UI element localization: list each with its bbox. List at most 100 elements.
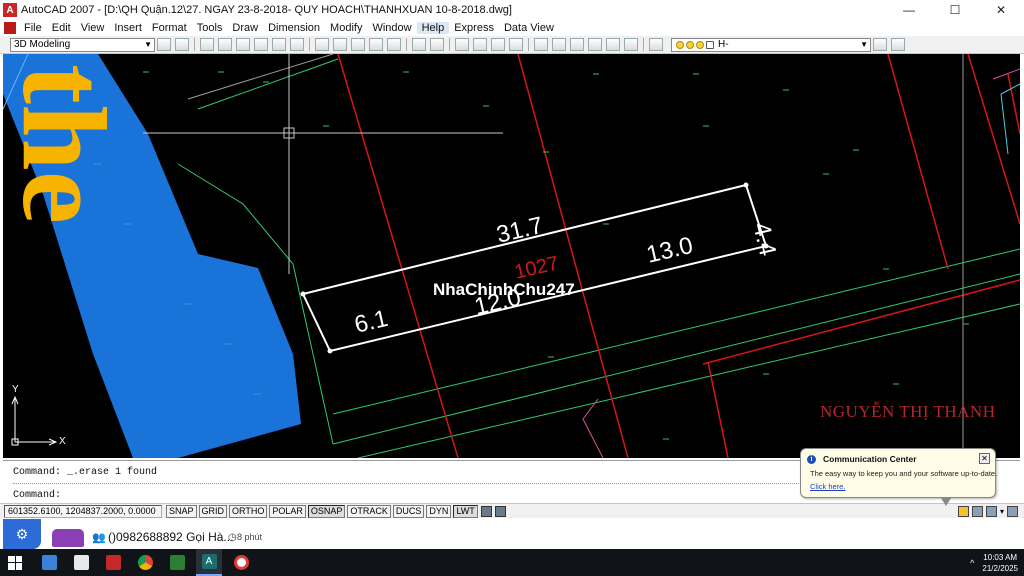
copy-icon[interactable]	[333, 38, 347, 51]
notification-body: The easy way to keep you and your softwa…	[810, 469, 998, 478]
menu-dimension[interactable]: Dimension	[263, 22, 325, 34]
sheet-set-icon[interactable]	[588, 38, 602, 51]
notification-title: Communication Center	[823, 454, 917, 464]
tool-palettes-icon[interactable]	[570, 38, 584, 51]
publish-icon[interactable]	[290, 38, 304, 51]
close-button[interactable]: ✕	[978, 0, 1024, 20]
grid-toggle[interactable]: GRID	[198, 504, 228, 518]
clean-screen-icon[interactable]	[1007, 505, 1018, 517]
chat-app-icon[interactable]	[228, 549, 254, 576]
balloon-tail	[941, 498, 951, 506]
layer-previous-icon[interactable]	[891, 38, 905, 51]
menu-format[interactable]: Format	[147, 22, 192, 34]
zoom-realtime-icon[interactable]	[473, 38, 487, 51]
clock-time: 10:03 AM	[983, 552, 1018, 562]
match-properties-icon[interactable]	[369, 38, 383, 51]
lwt-toggle[interactable]: LWT	[453, 504, 478, 518]
contact-phone[interactable]: ()0982688892 Gọi Hà...	[108, 530, 233, 544]
menu-data-view[interactable]: Data View	[499, 22, 559, 34]
settings-gear-icon[interactable]: ⚙	[3, 519, 41, 549]
layer-properties-icon[interactable]	[873, 38, 887, 51]
title-bar: A AutoCAD 2007 - [D:\QH Quận.12\27. NGAY…	[0, 0, 1024, 20]
workspace-settings-icon[interactable]	[157, 38, 171, 51]
warning-icon[interactable]	[957, 505, 969, 517]
document-icon[interactable]	[4, 22, 16, 34]
new-file-icon[interactable]	[200, 38, 214, 51]
save-icon[interactable]	[236, 38, 250, 51]
markup-icon[interactable]	[606, 38, 620, 51]
ducs-toggle[interactable]: DUCS	[392, 504, 425, 518]
workspace-save-icon[interactable]	[175, 38, 189, 51]
model-space-icon[interactable]	[480, 505, 492, 517]
watermark-text: NhaChinhChu247	[433, 280, 575, 299]
calculator-app-icon[interactable]	[36, 549, 62, 576]
layer-on-icon	[676, 40, 684, 49]
snap-toggle[interactable]: SNAP	[166, 504, 197, 518]
paste-icon[interactable]	[351, 38, 365, 51]
chevron-down-icon: ▼	[860, 40, 868, 49]
owner-label: NGUYỄN THỊ THANH	[820, 402, 996, 421]
crosshair-cursor	[143, 54, 503, 274]
layer-unlock-icon	[696, 40, 704, 49]
coordinate-readout[interactable]: 601352.6100, 1204837.2000, 0.0000	[4, 504, 162, 518]
chevron-up-icon[interactable]: ^	[970, 558, 974, 568]
minimize-button[interactable]: —	[886, 0, 932, 20]
menu-window[interactable]: Window	[367, 22, 416, 34]
start-button[interactable]	[0, 549, 30, 576]
design-center-icon[interactable]	[552, 38, 566, 51]
close-icon[interactable]: ✕	[979, 453, 990, 464]
workspace-select[interactable]: 3D Modeling ▼	[10, 37, 155, 52]
menu-insert[interactable]: Insert	[109, 22, 147, 34]
menu-draw[interactable]: Draw	[227, 22, 263, 34]
osnap-toggle[interactable]: OSNAP	[307, 504, 346, 518]
layer-select[interactable]: H- ▼	[671, 37, 871, 52]
block-editor-icon[interactable]	[387, 38, 401, 51]
print-icon[interactable]	[254, 38, 268, 51]
info-icon: i	[807, 455, 816, 464]
system-clock[interactable]: 10:03 AM 21/2/2025	[982, 552, 1018, 574]
menu-help[interactable]: Help	[416, 22, 450, 34]
undo-icon[interactable]	[412, 38, 426, 51]
autocad-logo-icon[interactable]: A	[3, 3, 17, 17]
menu-tools[interactable]: Tools	[192, 22, 228, 34]
dyn-toggle[interactable]: DYN	[426, 504, 452, 518]
gallery-app-icon[interactable]	[164, 549, 190, 576]
redo-icon[interactable]	[430, 38, 444, 51]
maximize-button[interactable]: ☐	[932, 0, 978, 20]
autocad-taskbar-icon[interactable]: A	[196, 549, 222, 576]
calculator-icon[interactable]	[624, 38, 638, 51]
open-folder-icon[interactable]	[218, 38, 232, 51]
toolbar-separator	[643, 38, 644, 51]
store-app-icon[interactable]	[68, 549, 94, 576]
menu-edit[interactable]: Edit	[47, 22, 76, 34]
menu-file[interactable]: File	[19, 22, 47, 34]
car-icon	[52, 529, 84, 547]
ortho-toggle[interactable]: ORTHO	[229, 504, 268, 518]
chevron-down-icon[interactable]: ▾	[1000, 507, 1004, 516]
layer-value: H-	[718, 39, 729, 50]
cut-icon[interactable]	[315, 38, 329, 51]
command-prompt[interactable]: Command:	[13, 490, 61, 501]
communication-center-icon[interactable]	[985, 505, 997, 517]
command-divider	[13, 483, 803, 484]
menu-express[interactable]: Express	[449, 22, 499, 34]
lock-icon[interactable]	[971, 505, 983, 517]
properties-icon[interactable]	[534, 38, 548, 51]
help-icon[interactable]	[649, 38, 663, 51]
toolbar-separator	[449, 38, 450, 51]
drawing-canvas[interactable]: the 31.7 4.4 6.1 13.0 12.0 1027 NhaChinh…	[3, 54, 1020, 458]
menu-view[interactable]: View	[76, 22, 110, 34]
chrome-icon[interactable]	[132, 549, 158, 576]
media-app-icon[interactable]	[100, 549, 126, 576]
standard-toolbar: 3D Modeling ▼ H- ▼	[0, 36, 1024, 54]
zoom-window-icon[interactable]	[491, 38, 505, 51]
pan-icon[interactable]	[455, 38, 469, 51]
otrack-toggle[interactable]: OTRACK	[347, 504, 391, 518]
zoom-previous-icon[interactable]	[509, 38, 523, 51]
layout-icon[interactable]	[494, 505, 506, 517]
print-preview-icon[interactable]	[272, 38, 286, 51]
menu-modify[interactable]: Modify	[325, 22, 367, 34]
chevron-down-icon: ▼	[144, 40, 152, 49]
polar-toggle[interactable]: POLAR	[269, 504, 306, 518]
notification-link[interactable]: Click here.	[810, 482, 845, 491]
